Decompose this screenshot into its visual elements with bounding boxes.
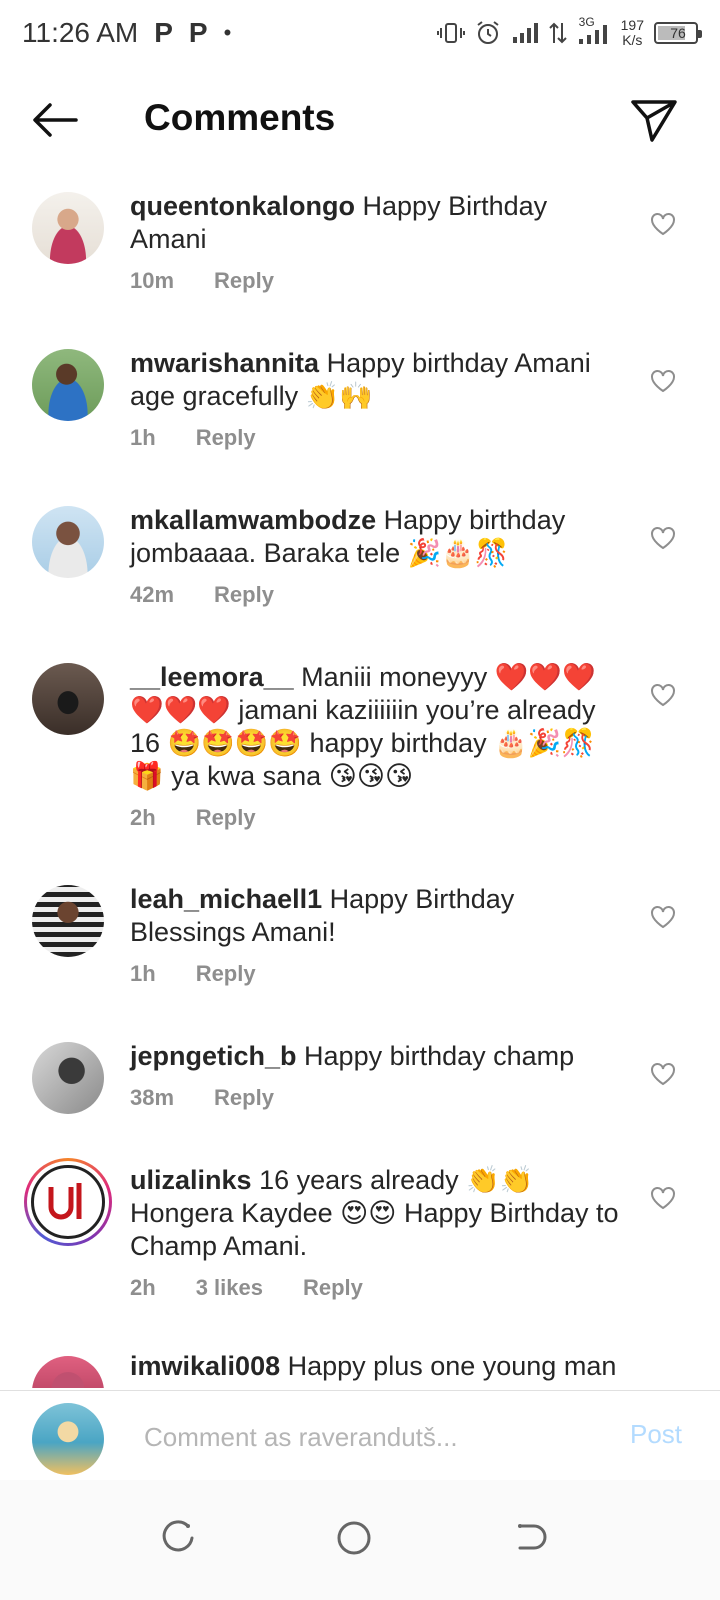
comment-meta: 38m Reply bbox=[130, 1085, 274, 1111]
notification-icon: P bbox=[154, 17, 173, 48]
comment-time: 42m bbox=[130, 582, 175, 607]
comment-meta: 10m Reply bbox=[130, 268, 274, 294]
logo-avatar bbox=[31, 1165, 105, 1239]
comment-username[interactable]: imwikali008 bbox=[130, 1351, 280, 1381]
data-transfer-icon bbox=[548, 22, 567, 44]
comment-time: 1h bbox=[130, 425, 156, 450]
comment-likes[interactable]: 3 likes bbox=[196, 1275, 263, 1301]
ul-logo bbox=[48, 1183, 82, 1220]
back-nav-icon[interactable] bbox=[510, 1518, 550, 1558]
comment-text: imwikali008 Happy plus one young man bbox=[130, 1350, 620, 1383]
comment-username[interactable]: ulizalinks bbox=[130, 1165, 252, 1195]
reply-button[interactable]: Reply bbox=[196, 961, 256, 987]
header: Comments bbox=[0, 70, 720, 170]
like-heart-icon[interactable] bbox=[650, 1062, 676, 1086]
comments-list[interactable]: queentonkalongo Happy Birthday Amani 10m… bbox=[0, 170, 720, 1388]
comment-message: Happy plus one young man bbox=[287, 1351, 617, 1381]
signal-icon bbox=[512, 23, 538, 43]
more-notifications-dot: • bbox=[223, 20, 232, 45]
network-speed-unit: K/s bbox=[622, 32, 643, 48]
avatar[interactable] bbox=[32, 1042, 104, 1114]
comment-text: mwarishannita Happy birthday Amani age g… bbox=[130, 347, 620, 413]
like-heart-icon[interactable] bbox=[650, 905, 676, 929]
comment-time: 10m bbox=[130, 268, 175, 293]
comment-text: ulizalinks 16 years already 👏👏 Hongera K… bbox=[130, 1164, 620, 1263]
comment-meta: 2h 3 likes Reply bbox=[130, 1275, 363, 1301]
send-icon[interactable] bbox=[630, 96, 678, 144]
comment-time: 2h bbox=[130, 1275, 156, 1300]
back-arrow-icon[interactable] bbox=[30, 100, 80, 140]
comment-text: mkallamwambodze Happy birthday jombaaaa.… bbox=[130, 504, 620, 570]
comment-meta: 2h Reply bbox=[130, 805, 256, 831]
signal-3g-icon bbox=[578, 25, 607, 44]
network-speed-value: 197 bbox=[620, 17, 644, 33]
comment-text: queentonkalongo Happy Birthday Amani bbox=[130, 190, 620, 256]
comment-username[interactable]: mwarishannita bbox=[130, 348, 319, 378]
comment-time: 38m bbox=[130, 1085, 175, 1110]
home-icon[interactable] bbox=[334, 1518, 374, 1558]
comment-text: __leemora__ Maniii moneyyy ❤️❤️❤️❤️❤️❤️ … bbox=[130, 661, 620, 793]
like-heart-icon[interactable] bbox=[650, 212, 676, 236]
reply-button[interactable]: Reply bbox=[196, 805, 256, 831]
comment-username[interactable]: leah_michaell1 bbox=[130, 884, 322, 914]
like-heart-icon[interactable] bbox=[650, 1186, 676, 1210]
reply-button[interactable]: Reply bbox=[196, 425, 256, 451]
comment-username[interactable]: __leemora__ bbox=[130, 662, 294, 692]
comment-meta: 1h Reply bbox=[130, 961, 256, 987]
comment-meta: 1h Reply bbox=[130, 425, 256, 451]
comment-username[interactable]: queentonkalongo bbox=[130, 191, 355, 221]
reply-button[interactable]: Reply bbox=[214, 268, 274, 294]
like-heart-icon[interactable] bbox=[650, 369, 676, 393]
comment-message: Happy birthday champ bbox=[304, 1041, 575, 1071]
current-user-avatar bbox=[32, 1403, 104, 1475]
network-speed: 197 K/s bbox=[621, 18, 644, 48]
reply-button[interactable]: Reply bbox=[214, 582, 274, 608]
page-title: Comments bbox=[144, 97, 336, 138]
comment-username[interactable]: mkallamwambodze bbox=[130, 505, 376, 535]
comment-text: jepngetich_b Happy birthday champ bbox=[130, 1040, 620, 1073]
avatar[interactable] bbox=[32, 349, 104, 421]
post-button[interactable]: Post bbox=[630, 1419, 682, 1450]
story-ring-avatar[interactable] bbox=[24, 1158, 112, 1246]
avatar[interactable] bbox=[32, 885, 104, 957]
reply-button[interactable]: Reply bbox=[303, 1275, 363, 1301]
status-time: 11:26 AM bbox=[22, 17, 139, 48]
battery-level: 76 bbox=[670, 25, 686, 41]
avatar[interactable] bbox=[32, 663, 104, 735]
notification-icon: P bbox=[188, 17, 208, 48]
comment-time: 1h bbox=[130, 961, 156, 986]
like-heart-icon[interactable] bbox=[650, 683, 676, 707]
comment-meta: 42m Reply bbox=[130, 582, 274, 608]
alarm-icon bbox=[477, 21, 499, 44]
comment-composer: Post bbox=[0, 1390, 720, 1480]
avatar[interactable] bbox=[32, 192, 104, 264]
battery-icon: 76 bbox=[654, 22, 702, 44]
recents-icon[interactable] bbox=[158, 1518, 198, 1558]
like-heart-icon[interactable] bbox=[650, 526, 676, 550]
comment-username[interactable]: jepngetich_b bbox=[130, 1041, 297, 1071]
system-nav-bar bbox=[0, 1480, 720, 1600]
comment-input[interactable] bbox=[144, 1417, 584, 1457]
vibrate-icon bbox=[436, 23, 465, 43]
reply-button[interactable]: Reply bbox=[214, 1085, 274, 1111]
comment-time: 2h bbox=[130, 805, 156, 830]
avatar[interactable] bbox=[32, 1356, 104, 1388]
status-bar: 11:26 AM P P • 3G 197 K/s 76 bbox=[0, 0, 720, 66]
avatar[interactable] bbox=[32, 506, 104, 578]
comment-text: leah_michaell1 Happy Birthday Blessings … bbox=[130, 883, 620, 949]
